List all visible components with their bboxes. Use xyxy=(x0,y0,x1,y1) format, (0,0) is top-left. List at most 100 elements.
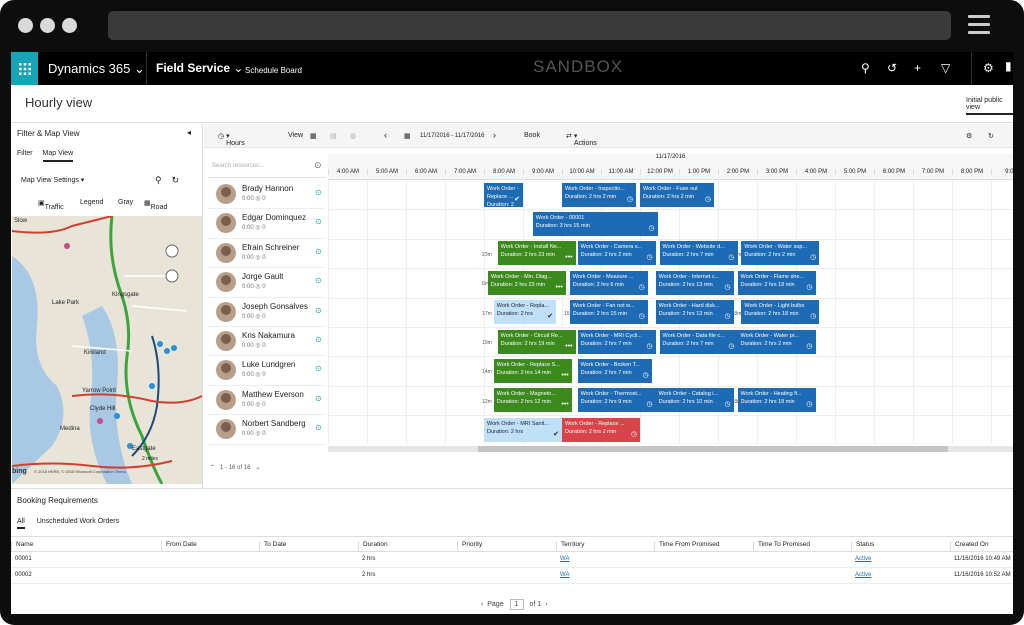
booking-block[interactable]: Work Order - Website d... Duration: 2 hrs… xyxy=(659,241,738,266)
resource-row[interactable]: Efrain Schreiner 0:00 ◎ 0 ⊙ xyxy=(208,239,326,269)
date-range[interactable]: 11/17/2016 - 11/17/2016 xyxy=(420,133,485,139)
column-header[interactable]: To Date xyxy=(259,541,286,551)
tab-unscheduled[interactable]: Unscheduled Work Orders xyxy=(37,518,119,527)
location-pin-icon[interactable]: ⊙ xyxy=(315,423,322,432)
grid-view-icon[interactable]: ▦ xyxy=(310,132,317,140)
resource-name[interactable]: Efrain Schreiner xyxy=(242,243,299,252)
booking-block[interactable]: Work Order - Heating fi... Duration: 2 hr… xyxy=(737,388,816,413)
resource-name[interactable]: Matthew Everson xyxy=(242,390,304,399)
gray-style-button[interactable]: Gray xyxy=(118,199,133,206)
resource-row[interactable]: Edgar Dominquez 0:00 ◎ 0 ⊙ xyxy=(208,209,326,239)
plus-icon[interactable]: + xyxy=(914,61,921,75)
booking-block[interactable]: Work Order - Catalog i... Duration: 2 hrs… xyxy=(655,388,734,413)
booking-block[interactable]: Work Order - Camera s... Duration: 2 hrs … xyxy=(577,241,656,266)
booking-block[interactable]: Work Order - Replace ...Duration: 2 hrs … xyxy=(484,182,523,207)
prev-date-icon[interactable]: ‹ xyxy=(384,130,387,140)
location-pin-icon[interactable]: ⊙ xyxy=(315,188,322,197)
traffic-toggle[interactable]: ▣ Traffic xyxy=(38,199,64,211)
resource-name[interactable]: Brady Hannon xyxy=(242,184,293,193)
table-cell[interactable]: WA xyxy=(556,556,569,562)
location-pin-icon[interactable]: ⊙ xyxy=(315,306,322,315)
prev-page-icon[interactable]: ‹ xyxy=(481,601,483,608)
view-selector[interactable]: Initial public view xyxy=(966,97,1013,115)
map-view[interactable]: Lake Park Kingsgate Kirkland Yarrow Poin… xyxy=(12,216,202,484)
booking-block[interactable]: Work Order - Repla... Duration: 2 hrs ✔ xyxy=(493,300,557,325)
next-date-icon[interactable]: › xyxy=(493,130,496,140)
search-resources-input[interactable]: Search resources... xyxy=(212,163,264,169)
resource-name[interactable]: Norbert Sandberg xyxy=(242,419,306,428)
booking-block[interactable]: Work Order - Thermost... Duration: 2 hrs … xyxy=(577,388,656,413)
window-dot-minimize[interactable] xyxy=(40,18,55,33)
address-bar[interactable] xyxy=(108,11,951,40)
booking-block[interactable]: Work Order - Water sup... Duration: 2 hrs… xyxy=(741,241,820,266)
resource-row[interactable]: Joseph Gonsalves 0:00 ◎ 0 ⊙ xyxy=(208,298,326,327)
resource-search[interactable]: Search resources... ⊙ xyxy=(208,154,326,178)
booking-block[interactable]: Work Order - Hard disk... Duration: 2 hrs… xyxy=(655,300,734,325)
resource-row[interactable]: Jorge Gault 0:00 ◎ 0 ⊙ xyxy=(208,268,326,298)
resource-name[interactable]: Jorge Gault xyxy=(242,272,283,281)
tab-all[interactable]: All xyxy=(17,518,25,529)
booking-block[interactable]: Work Order - Data file c... Duration: 2 h… xyxy=(659,329,738,354)
hamburger-menu-icon[interactable] xyxy=(968,15,990,39)
column-header[interactable]: From Date xyxy=(161,541,197,551)
booking-block[interactable]: Work Order - MRI Cycli... Duration: 2 hrs… xyxy=(577,329,656,354)
column-header[interactable]: Name xyxy=(11,541,33,551)
location-pin-icon[interactable]: ⊙ xyxy=(315,217,322,226)
book-button[interactable]: Book xyxy=(524,132,540,139)
column-header[interactable]: Priority xyxy=(457,541,482,551)
booking-block[interactable]: Work Order - Replace ...Duration: 2 hrs … xyxy=(562,417,640,442)
location-pin-icon[interactable]: ⊙ xyxy=(315,276,322,285)
collapse-icon[interactable]: ◂ xyxy=(187,128,191,137)
legend-toggle[interactable]: Legend xyxy=(80,199,103,206)
road-style-button[interactable]: ▦ Road xyxy=(144,199,167,211)
refresh-icon[interactable]: ↻ xyxy=(172,175,180,185)
location-pin-icon[interactable]: ⊙ xyxy=(315,247,322,256)
page-input[interactable]: 1 xyxy=(509,599,524,610)
table-row[interactable]: 00002 2 hrs WA Active 11/16/2016 10:52 AM xyxy=(11,568,1013,584)
booking-block[interactable]: Work Order - Magneto... Duration: 2 hrs 1… xyxy=(493,388,572,413)
column-header[interactable]: Time To Promised xyxy=(753,541,810,551)
gear-icon[interactable]: ⚙ xyxy=(983,61,994,75)
booking-block[interactable]: Work Order - Circuit Re... Duration: 2 hr… xyxy=(497,329,576,354)
location-pin-icon[interactable]: ⊙ xyxy=(315,335,322,344)
board-settings-icon[interactable]: ⚙ xyxy=(966,132,972,140)
booking-block[interactable]: Work Order - MRI Sanit... Duration: 2 hrs… xyxy=(484,417,562,442)
board-refresh-icon[interactable]: ↻ xyxy=(988,132,994,140)
table-row[interactable]: 00001 2 hrs WA Active 11/16/2016 10:49 AM xyxy=(11,552,1013,568)
next-page-icon[interactable]: › xyxy=(545,601,547,608)
calendar-icon[interactable]: ▦ xyxy=(404,132,411,140)
resource-row[interactable]: Matthew Everson 0:00 ◎ 0 ⊙ xyxy=(208,386,326,416)
app-launcher-icon[interactable] xyxy=(11,52,38,85)
module-menu[interactable]: Field Service ⌄ xyxy=(156,61,243,75)
booking-block[interactable]: Work Order - Replace S... Duration: 2 hrs… xyxy=(493,358,572,383)
column-header[interactable]: Territory xyxy=(556,541,584,551)
booking-block[interactable]: Work Order - 00001 Duration: 3 hrs 15 min… xyxy=(532,211,658,236)
column-header[interactable]: Created On xyxy=(950,541,989,551)
resource-row[interactable]: Norbert Sandberg 0:00 ◎ 0 ⊙ xyxy=(208,415,326,445)
hours-dropdown[interactable]: ◷ Hours ▾ xyxy=(218,132,245,147)
filter-icon[interactable]: ▽ xyxy=(941,61,950,75)
resource-name[interactable]: Edgar Dominquez xyxy=(242,213,306,222)
window-dot-maximize[interactable] xyxy=(62,18,77,33)
resource-row[interactable]: Brady Hannon 0:00 ◎ 0 ⊙ xyxy=(208,180,326,210)
resource-row[interactable]: Kris Nakamura 0:00 ◎ 0 ⊙ xyxy=(208,327,326,357)
horizontal-scrollbar[interactable] xyxy=(328,446,1013,452)
booking-block[interactable]: Work Order - Fuse out Duration: 2 hrs 2 m… xyxy=(640,182,715,207)
list-view-icon[interactable]: ▤ xyxy=(330,132,337,140)
booking-block[interactable]: Work Order - Light bulbs Duration: 2 hrs … xyxy=(741,300,820,325)
user-icon[interactable]: ▮ xyxy=(1005,59,1012,73)
search-icon[interactable]: ⚲ xyxy=(861,61,870,75)
resource-name[interactable]: Joseph Gonsalves xyxy=(242,302,308,311)
table-cell[interactable]: Active xyxy=(851,556,871,562)
globe-icon[interactable]: ◍ xyxy=(350,132,356,140)
booking-block[interactable]: Work Order - Fan not w... Duration: 2 hrs… xyxy=(569,300,648,325)
booking-block[interactable]: Work Order - Internet c... Duration: 2 hr… xyxy=(655,270,734,295)
table-cell[interactable]: Active xyxy=(851,572,871,578)
booking-block[interactable]: Work Order - Inspectio... Duration: 2 hrs… xyxy=(562,182,637,207)
table-cell[interactable]: WA xyxy=(556,572,569,578)
location-pin-icon[interactable]: ⊙ xyxy=(315,394,322,403)
map-search-icon[interactable]: ⚲ ↻ xyxy=(155,175,179,186)
tab-map-view[interactable]: Map View xyxy=(42,150,74,162)
resource-name[interactable]: Kris Nakamura xyxy=(242,331,295,340)
location-pin-icon[interactable]: ⊙ xyxy=(315,364,322,373)
